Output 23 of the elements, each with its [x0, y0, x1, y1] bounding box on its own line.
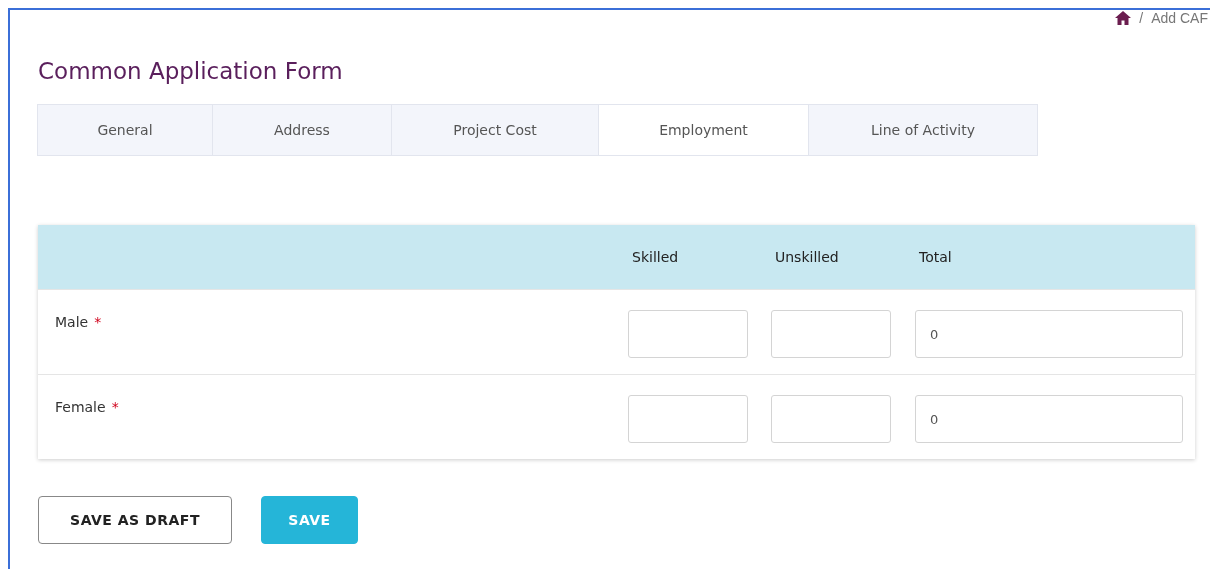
tab[interactable]: Project Cost — [391, 104, 599, 156]
tab[interactable]: Address — [212, 104, 392, 156]
tab[interactable]: Line of Activity — [808, 104, 1038, 156]
column-header: Skilled — [632, 249, 679, 265]
total-input[interactable]: 0 — [915, 310, 1183, 358]
breadcrumb-current: Add CAF — [1151, 10, 1208, 26]
column-header: Total — [919, 249, 952, 265]
page-title: Common Application Form — [38, 57, 344, 86]
unskilled-input[interactable] — [771, 310, 891, 358]
skilled-input[interactable] — [628, 310, 748, 358]
required-mark: * — [94, 314, 102, 330]
save-draft-button[interactable]: SAVE AS DRAFT — [38, 496, 232, 544]
home-icon[interactable] — [1115, 11, 1132, 25]
total-input[interactable]: 0 — [915, 395, 1183, 443]
tab[interactable]: General — [37, 104, 213, 156]
tab[interactable]: Employment — [598, 104, 809, 156]
column-header: Unskilled — [775, 249, 839, 265]
breadcrumb-separator: / — [1139, 10, 1144, 26]
row-label: Female — [55, 399, 106, 415]
skilled-input[interactable] — [628, 395, 748, 443]
required-mark: * — [111, 399, 119, 415]
row-label: Male — [55, 314, 89, 330]
unskilled-input[interactable] — [771, 395, 891, 443]
